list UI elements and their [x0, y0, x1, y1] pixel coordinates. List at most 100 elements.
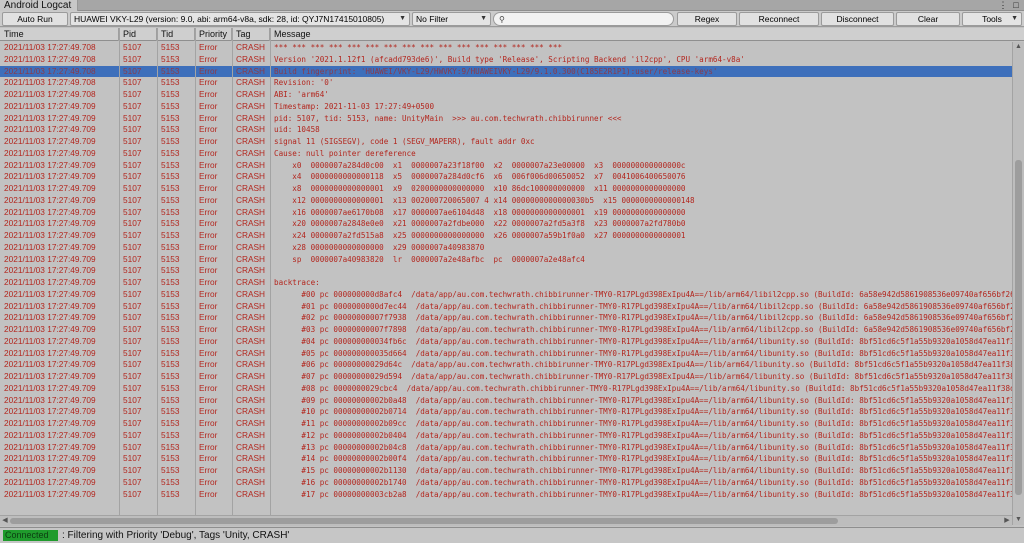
cell-tag: CRASH — [236, 382, 266, 393]
table-row[interactable]: 2021/11/03 17:27:49.709 5107 5153 Error CRAS… — [0, 254, 1012, 266]
cell-tid: 5153 — [161, 253, 180, 264]
table-row[interactable]: 2021/11/03 17:27:49.709 5107 5153 Error CRAS… — [0, 348, 1012, 360]
cell-time: 2021/11/03 17:27:49.709 — [4, 312, 96, 323]
chevron-down-icon: ▼ — [1011, 15, 1018, 22]
cell-pid: 5107 — [123, 89, 142, 99]
table-row[interactable]: 2021/11/03 17:27:49.709 5107 5153 Error CRAS… — [0, 336, 1012, 348]
table-row[interactable]: 2021/11/03 17:27:49.709 5107 5153 Error CRAS… — [0, 453, 1012, 465]
table-row[interactable]: 2021/11/03 17:27:49.709 5107 5153 Error CRAS… — [0, 359, 1012, 371]
column-divider[interactable] — [232, 28, 233, 525]
cell-message: uid: 10458 — [274, 125, 320, 135]
reconnect-button[interactable]: Reconnect — [739, 12, 819, 26]
cell-pid: 5107 — [123, 183, 142, 193]
search-box[interactable]: ⚲ — [493, 12, 674, 26]
auto-run-button[interactable]: Auto Run — [2, 12, 68, 26]
table-row[interactable]: 2021/11/03 17:27:49.709 5107 5153 Error CRAS… — [0, 312, 1012, 324]
scroll-right-icon[interactable]: ▶ — [1002, 516, 1012, 526]
table-row[interactable]: 2021/11/03 17:27:49.709 5107 5153 Error CRAS… — [0, 207, 1012, 219]
table-row[interactable]: 2021/11/03 17:27:49.709 5107 5153 Error CRAS… — [0, 242, 1012, 254]
cell-time: 2021/11/03 17:27:49.709 — [4, 441, 96, 452]
cell-tag: CRASH — [236, 429, 266, 440]
table-row[interactable]: 2021/11/03 17:27:49.708 5107 5153 Error CRAS… — [0, 77, 1012, 89]
table-row[interactable]: 2021/11/03 17:27:49.709 5107 5153 Error CRAS… — [0, 195, 1012, 207]
cell-priority: Error — [199, 147, 218, 158]
table-row[interactable]: 2021/11/03 17:27:49.709 5107 5153 Error CRAS… — [0, 442, 1012, 454]
column-divider[interactable] — [270, 28, 271, 525]
table-row[interactable]: 2021/11/03 17:27:49.709 5107 5153 Error CRAS… — [0, 230, 1012, 242]
toolbar: Auto Run HUAWEI VKY-L29 (version: 9.0, a… — [0, 11, 1024, 27]
table-row[interactable]: 2021/11/03 17:27:49.708 5107 5153 Error CRAS… — [0, 89, 1012, 101]
table-row[interactable]: 2021/11/03 17:27:49.709 5107 5153 Error CRAS… — [0, 136, 1012, 148]
cell-pid: 5107 — [123, 136, 142, 146]
tools-dropdown[interactable]: Tools ▼ — [962, 12, 1022, 26]
table-row[interactable]: 2021/11/03 17:27:49.709 5107 5153 Error CRAS… — [0, 395, 1012, 407]
table-row[interactable]: 2021/11/03 17:27:49.709 5107 5153 Error CRAS… — [0, 489, 1012, 501]
cell-message: #02 pc 00000000007f7938 /data/app/au.com… — [274, 313, 1012, 323]
cell-tag: CRASH — [236, 136, 266, 146]
scroll-left-icon[interactable]: ◀ — [0, 516, 10, 526]
scroll-down-icon[interactable]: ▼ — [1013, 515, 1024, 525]
column-header-time[interactable]: Time — [0, 28, 119, 41]
table-row[interactable]: 2021/11/03 17:27:49.709 5107 5153 Error CRAS… — [0, 406, 1012, 418]
cell-tag: CRASH — [236, 476, 266, 487]
cell-tag: CRASH — [236, 453, 266, 464]
table-row[interactable]: 2021/11/03 17:27:49.709 5107 5153 Error CRAS… — [0, 183, 1012, 195]
cell-pid: 5107 — [123, 147, 142, 158]
cell-tid: 5153 — [161, 359, 180, 370]
column-divider[interactable] — [157, 28, 158, 525]
column-header-tag[interactable]: Tag — [232, 28, 270, 41]
disconnect-button[interactable]: Disconnect — [821, 12, 894, 26]
filter-dropdown[interactable]: No Filter ▼ — [412, 12, 491, 26]
column-header-priority[interactable]: Priority — [195, 28, 232, 41]
table-row[interactable]: 2021/11/03 17:27:49.709 5107 5153 Error CRAS… — [0, 101, 1012, 113]
cell-tag: CRASH — [236, 112, 266, 123]
vertical-scroll-thumb[interactable] — [1015, 160, 1022, 495]
table-row[interactable]: 2021/11/03 17:27:49.709 5107 5153 Error CRAS… — [0, 171, 1012, 183]
device-dropdown[interactable]: HUAWEI VKY-L29 (version: 9.0, abi: arm64… — [70, 12, 410, 26]
cell-priority: Error — [199, 100, 218, 111]
cell-pid: 5107 — [123, 324, 142, 334]
cell-tag: CRASH — [236, 42, 266, 52]
column-header-tid[interactable]: Tid — [157, 28, 195, 41]
close-icon[interactable]: □ — [1011, 0, 1021, 11]
table-row[interactable]: 2021/11/03 17:27:49.709 5107 5153 Error CRAS… — [0, 277, 1012, 289]
table-row[interactable]: 2021/11/03 17:27:49.709 5107 5153 Error CRAS… — [0, 371, 1012, 383]
menu-icon[interactable]: ⋮ — [998, 0, 1008, 11]
table-row[interactable]: 2021/11/03 17:27:49.709 5107 5153 Error CRAS… — [0, 465, 1012, 477]
regex-toggle-button[interactable]: Regex — [677, 12, 737, 26]
table-row[interactable]: 2021/11/03 17:27:49.709 5107 5153 Error CRAS… — [0, 301, 1012, 313]
horizontal-scrollbar[interactable]: ◀ ▶ — [0, 515, 1012, 526]
table-row-selected[interactable]: 2021/11/03 17:27:49.708 5107 5153 Error CRAS… — [0, 65, 1012, 78]
cell-time: 2021/11/03 17:27:49.709 — [4, 394, 96, 405]
column-header-pid[interactable]: Pid — [119, 28, 157, 41]
cell-pid: 5107 — [123, 418, 142, 428]
table-row[interactable]: 2021/11/03 17:27:49.709 5107 5153 Error CRAS… — [0, 160, 1012, 172]
table-row[interactable]: 2021/11/03 17:27:49.709 5107 5153 Error CRAS… — [0, 113, 1012, 125]
table-row[interactable]: 2021/11/03 17:27:49.709 5107 5153 Error CRAS… — [0, 477, 1012, 489]
cell-message: #01 pc 0000000000d7ec44 /data/app/au.com… — [274, 301, 1012, 311]
search-input[interactable] — [510, 14, 668, 24]
table-row[interactable]: 2021/11/03 17:27:49.709 5107 5153 Error CRAS… — [0, 218, 1012, 230]
table-row[interactable]: 2021/11/03 17:27:49.709 5107 5153 Error CRAS… — [0, 324, 1012, 336]
table-row[interactable]: 2021/11/03 17:27:49.709 5107 5153 Error CRAS… — [0, 430, 1012, 442]
table-row[interactable]: 2021/11/03 17:27:49.709 5107 5153 Error CRAS… — [0, 124, 1012, 136]
table-row[interactable]: 2021/11/03 17:27:49.708 5107 5153 Error CRAS… — [0, 54, 1012, 66]
table-row[interactable]: 2021/11/03 17:27:49.709 5107 5153 Error CRAS… — [0, 265, 1012, 277]
cell-time: 2021/11/03 17:27:49.708 — [4, 89, 96, 99]
column-header-message[interactable]: Message — [270, 28, 1024, 41]
column-divider[interactable] — [195, 28, 196, 525]
cell-pid: 5107 — [123, 335, 142, 346]
cell-tag: CRASH — [236, 465, 266, 475]
vertical-scrollbar[interactable]: ▲ ▼ — [1012, 42, 1024, 525]
table-row[interactable]: 2021/11/03 17:27:49.709 5107 5153 Error CRAS… — [0, 418, 1012, 430]
table-row[interactable]: 2021/11/03 17:27:49.709 5107 5153 Error CRAS… — [0, 383, 1012, 395]
clear-button[interactable]: Clear — [896, 12, 960, 26]
cell-tid: 5153 — [161, 465, 180, 475]
column-divider[interactable] — [119, 28, 120, 525]
cell-time: 2021/11/03 17:27:49.709 — [4, 453, 96, 464]
table-row[interactable]: 2021/11/03 17:27:49.709 5107 5153 Error CRAS… — [0, 148, 1012, 160]
table-row[interactable]: 2021/11/03 17:27:49.709 5107 5153 Error CRAS… — [0, 289, 1012, 301]
table-row[interactable]: 2021/11/03 17:27:49.708 5107 5153 Error CRAS… — [0, 42, 1012, 54]
horizontal-scroll-thumb[interactable] — [10, 518, 838, 524]
scroll-up-icon[interactable]: ▲ — [1013, 42, 1024, 52]
